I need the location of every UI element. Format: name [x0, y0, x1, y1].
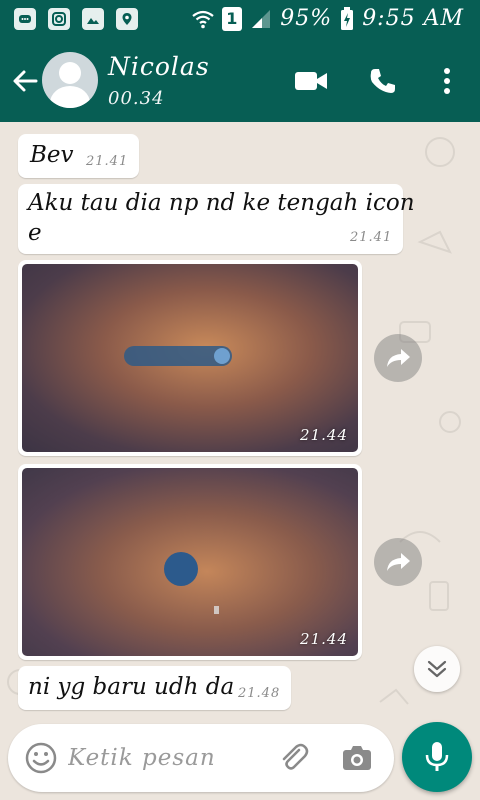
attach-button[interactable]	[278, 741, 312, 775]
scroll-to-bottom-button[interactable]	[414, 646, 460, 692]
avatar[interactable]	[42, 52, 98, 108]
more-options-icon	[444, 68, 450, 94]
arrow-left-icon	[13, 70, 38, 92]
clock: 9:55 AM	[362, 6, 464, 31]
signal-icon	[252, 9, 271, 28]
image-time: 21.44	[300, 426, 348, 444]
forward-icon	[387, 553, 410, 571]
image-icon	[82, 8, 104, 30]
forward-button[interactable]	[374, 334, 422, 382]
sim-slot-icon: 1	[222, 6, 243, 31]
emoji-icon	[25, 742, 57, 774]
voice-message-button[interactable]	[402, 722, 472, 792]
message-text: ni yg baru udh da	[28, 674, 235, 700]
message-bubble[interactable]: ni yg baru udh da 21.48	[18, 666, 291, 710]
message-text-line: e	[28, 220, 42, 246]
location-icon	[116, 8, 138, 30]
photo-thumbnail[interactable]: 21.44	[22, 468, 358, 656]
blurred-search-button-shape	[164, 552, 198, 586]
wifi-icon	[192, 10, 214, 28]
contact-last-seen: 00.34	[108, 88, 165, 109]
message-time: 21.48	[238, 686, 281, 701]
message-bubble[interactable]: Bev 21.41	[18, 134, 139, 178]
message-bubble[interactable]: Aku tau dia np nd ke tengah icon e 21.41	[18, 184, 415, 254]
blurred-search-icon-shape	[214, 348, 230, 364]
message-input[interactable]	[68, 738, 268, 778]
paperclip-icon	[282, 743, 309, 770]
video-call-icon	[295, 72, 327, 90]
back-button[interactable]	[10, 66, 40, 96]
forward-icon	[387, 349, 410, 367]
image-time: 21.44	[300, 630, 348, 648]
image-message[interactable]: 21.44	[18, 260, 362, 456]
status-bar: 1 95% 9:55 AM	[0, 0, 480, 38]
notification-icons	[14, 8, 138, 30]
voice-call-button[interactable]	[366, 64, 400, 98]
more-options-button[interactable]	[430, 64, 464, 98]
battery-percent: 95%	[280, 6, 333, 31]
image-message[interactable]: 21.44	[18, 464, 362, 660]
message-text-line: Aku tau dia np nd ke tengah icon	[28, 190, 415, 216]
forward-button[interactable]	[374, 538, 422, 586]
chat-icon	[14, 8, 36, 30]
message-composer	[8, 724, 394, 792]
photo-thumbnail[interactable]: 21.44	[22, 264, 358, 452]
instagram-icon	[48, 8, 70, 30]
microphone-icon	[425, 742, 449, 771]
message-list[interactable]: Bev 21.41 Aku tau dia np nd ke tengah ic…	[0, 122, 480, 722]
message-text: Bev	[30, 142, 74, 168]
battery-charging-icon	[341, 6, 354, 30]
contact-name[interactable]: Nicolas	[108, 52, 210, 81]
blurred-cursor-shape	[214, 606, 219, 614]
message-time: 21.41	[350, 230, 393, 245]
camera-icon	[343, 746, 371, 770]
voice-call-icon	[370, 69, 395, 93]
emoji-button[interactable]	[24, 741, 58, 775]
video-call-button[interactable]	[294, 64, 328, 98]
camera-button[interactable]	[340, 741, 374, 775]
double-chevron-down-icon	[427, 660, 447, 678]
message-time: 21.41	[86, 154, 129, 169]
chat-header: Nicolas 00.34	[0, 38, 480, 122]
